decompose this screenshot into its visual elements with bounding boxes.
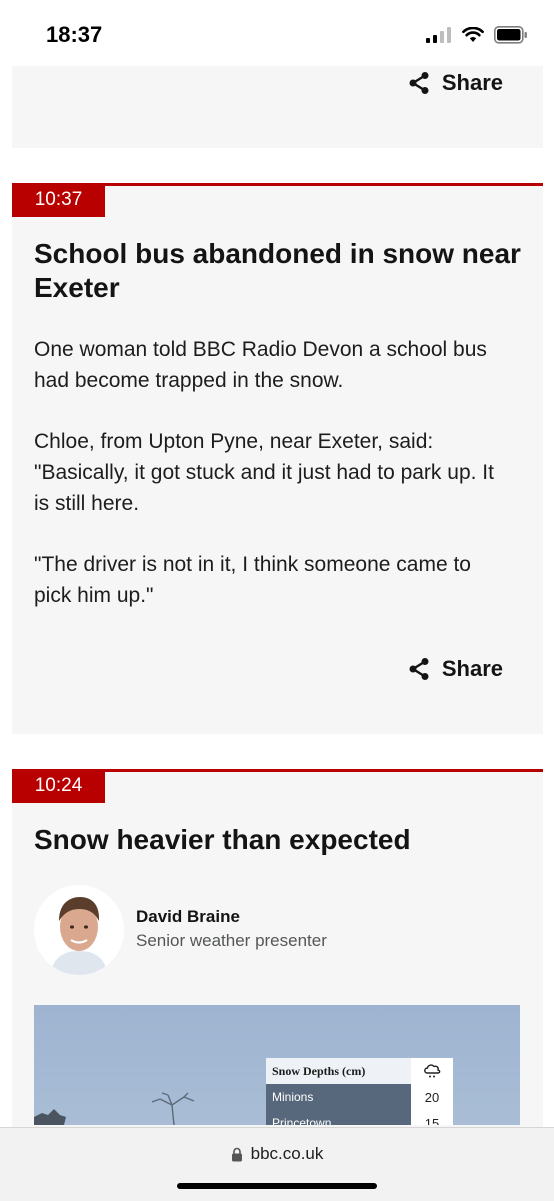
snow-cloud-icon <box>411 1058 453 1084</box>
table-header-row: Snow Depths (cm) <box>266 1058 453 1084</box>
share-icon <box>409 72 429 94</box>
table-cell-place: Princetown <box>266 1110 411 1125</box>
browser-bottom-bar: bbc.co.uk <box>0 1127 554 1201</box>
status-bar: 18:37 <box>0 0 554 66</box>
table-cell-value: 20 <box>411 1084 453 1110</box>
status-time: 18:37 <box>46 22 103 47</box>
share-button[interactable]: Share <box>408 70 503 96</box>
table-title: Snow Depths (cm) <box>266 1058 411 1084</box>
battery-icon <box>494 26 527 44</box>
table-row: Minions 20 <box>266 1084 453 1110</box>
post-headline: School bus abandoned in snow near Exeter <box>34 238 521 303</box>
previous-post-card: Share <box>12 66 543 148</box>
author-role: Senior weather presenter <box>136 931 327 950</box>
share-label: Share <box>441 656 503 681</box>
table-row: Princetown 15 <box>266 1110 453 1125</box>
weather-graphic: Snow Depths (cm) Minions 20 Princetown 1… <box>34 1005 520 1125</box>
snow-depths-table: Snow Depths (cm) Minions 20 Princetown 1… <box>266 1058 453 1125</box>
post-time-badge: 10:37 <box>12 183 105 217</box>
author-portrait <box>34 885 124 975</box>
wifi-icon <box>462 27 484 42</box>
status-icons <box>426 26 528 44</box>
home-indicator[interactable] <box>177 1183 377 1189</box>
table-cell-value: 15 <box>411 1110 453 1125</box>
share-label: Share <box>441 70 503 95</box>
post-headline: Snow heavier than expected <box>34 824 411 855</box>
author-avatar <box>34 885 124 975</box>
post-time-badge: 10:24 <box>12 769 105 803</box>
address-bar[interactable]: bbc.co.uk <box>0 1144 554 1164</box>
post-paragraph: One woman told BBC Radio Devon a school … <box>34 338 487 392</box>
table-cell-place: Minions <box>266 1084 411 1110</box>
lock-icon <box>231 1147 242 1161</box>
share-icon <box>409 658 429 680</box>
post-paragraph: "The driver is not in it, I think someon… <box>34 553 471 607</box>
share-button[interactable]: Share <box>408 656 503 682</box>
post-paragraph: Chloe, from Upton Pyne, near Exeter, sai… <box>34 430 494 515</box>
cellular-signal-icon <box>426 27 451 43</box>
live-post-card: 10:37 School bus abandoned in snow near … <box>12 183 543 734</box>
live-post-card: 10:24 Snow heavier than expected David B… <box>12 769 543 1129</box>
url-text: bbc.co.uk <box>250 1144 324 1163</box>
author-name[interactable]: David Braine <box>136 907 240 927</box>
